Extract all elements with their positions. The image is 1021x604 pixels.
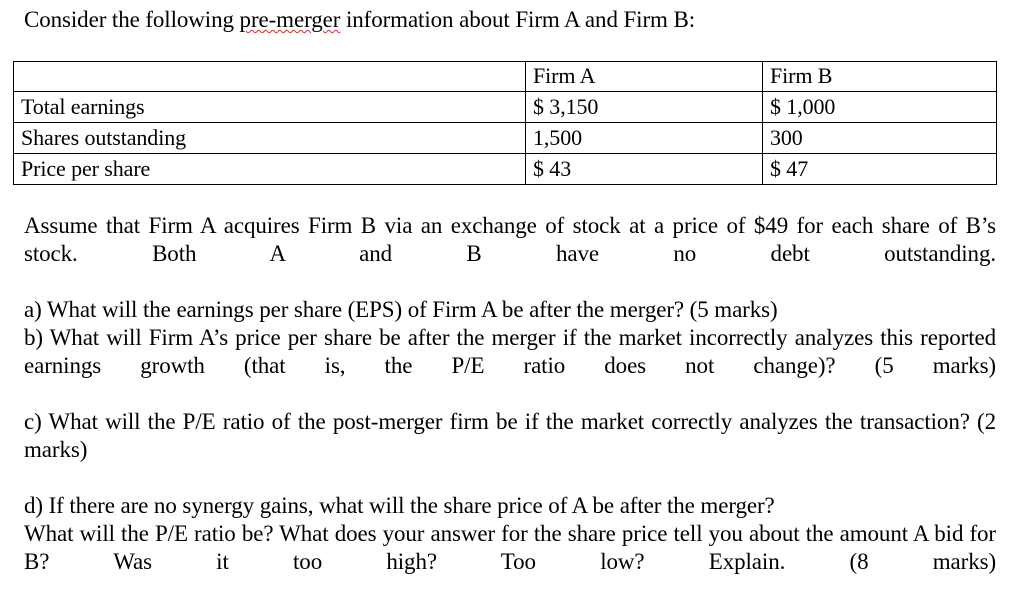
row-label-total-earnings: Total earnings bbox=[13, 91, 526, 123]
question-d-continued: What will the P/E ratio be? What does yo… bbox=[24, 521, 996, 574]
question-body: Assume that Firm A acquires Firm B via a… bbox=[24, 212, 996, 604]
question-c: c) What will the P/E ratio of the post-m… bbox=[24, 409, 996, 462]
table-row: Shares outstanding 1,500 300 bbox=[13, 122, 997, 154]
cell-shares-outstanding-firm-a: 1,500 bbox=[525, 122, 763, 154]
cell-shares-outstanding-firm-b: 300 bbox=[762, 122, 997, 154]
question-a: a) What will the earnings per share (EPS… bbox=[24, 297, 778, 322]
table-header-row: Firm A Firm B bbox=[13, 61, 997, 92]
question-d: d) If there are no synergy gains, what w… bbox=[24, 493, 775, 518]
cell-price-per-share-firm-b: $ 47 bbox=[762, 153, 997, 185]
firm-comparison-table: Firm A Firm B Total earnings $ 3,150 $ 1… bbox=[13, 61, 997, 185]
cell-total-earnings-firm-b: $ 1,000 bbox=[762, 91, 997, 123]
spellcheck-word: pre-merger bbox=[239, 7, 341, 32]
document-page: Consider the following pre-merger inform… bbox=[0, 0, 1021, 574]
question-b: b) What will Firm A’s price per share be… bbox=[24, 325, 996, 378]
table-header-firm-a: Firm A bbox=[525, 61, 763, 92]
table-row: Total earnings $ 3,150 $ 1,000 bbox=[13, 91, 997, 123]
table-header-firm-b: Firm B bbox=[762, 61, 997, 92]
table-row: Price per share $ 43 $ 47 bbox=[13, 153, 997, 185]
assumption-paragraph: Assume that Firm A acquires Firm B via a… bbox=[24, 213, 996, 266]
cell-price-per-share-firm-a: $ 43 bbox=[525, 153, 763, 185]
intro-text-before: Consider the following bbox=[24, 7, 240, 32]
row-label-shares-outstanding: Shares outstanding bbox=[13, 122, 526, 154]
row-label-price-per-share: Price per share bbox=[13, 153, 526, 185]
intro-text-after: information about Firm A and Firm B: bbox=[340, 7, 696, 32]
cell-total-earnings-firm-a: $ 3,150 bbox=[525, 91, 763, 123]
table-header-blank bbox=[13, 61, 526, 92]
intro-sentence: Consider the following pre-merger inform… bbox=[24, 6, 996, 34]
